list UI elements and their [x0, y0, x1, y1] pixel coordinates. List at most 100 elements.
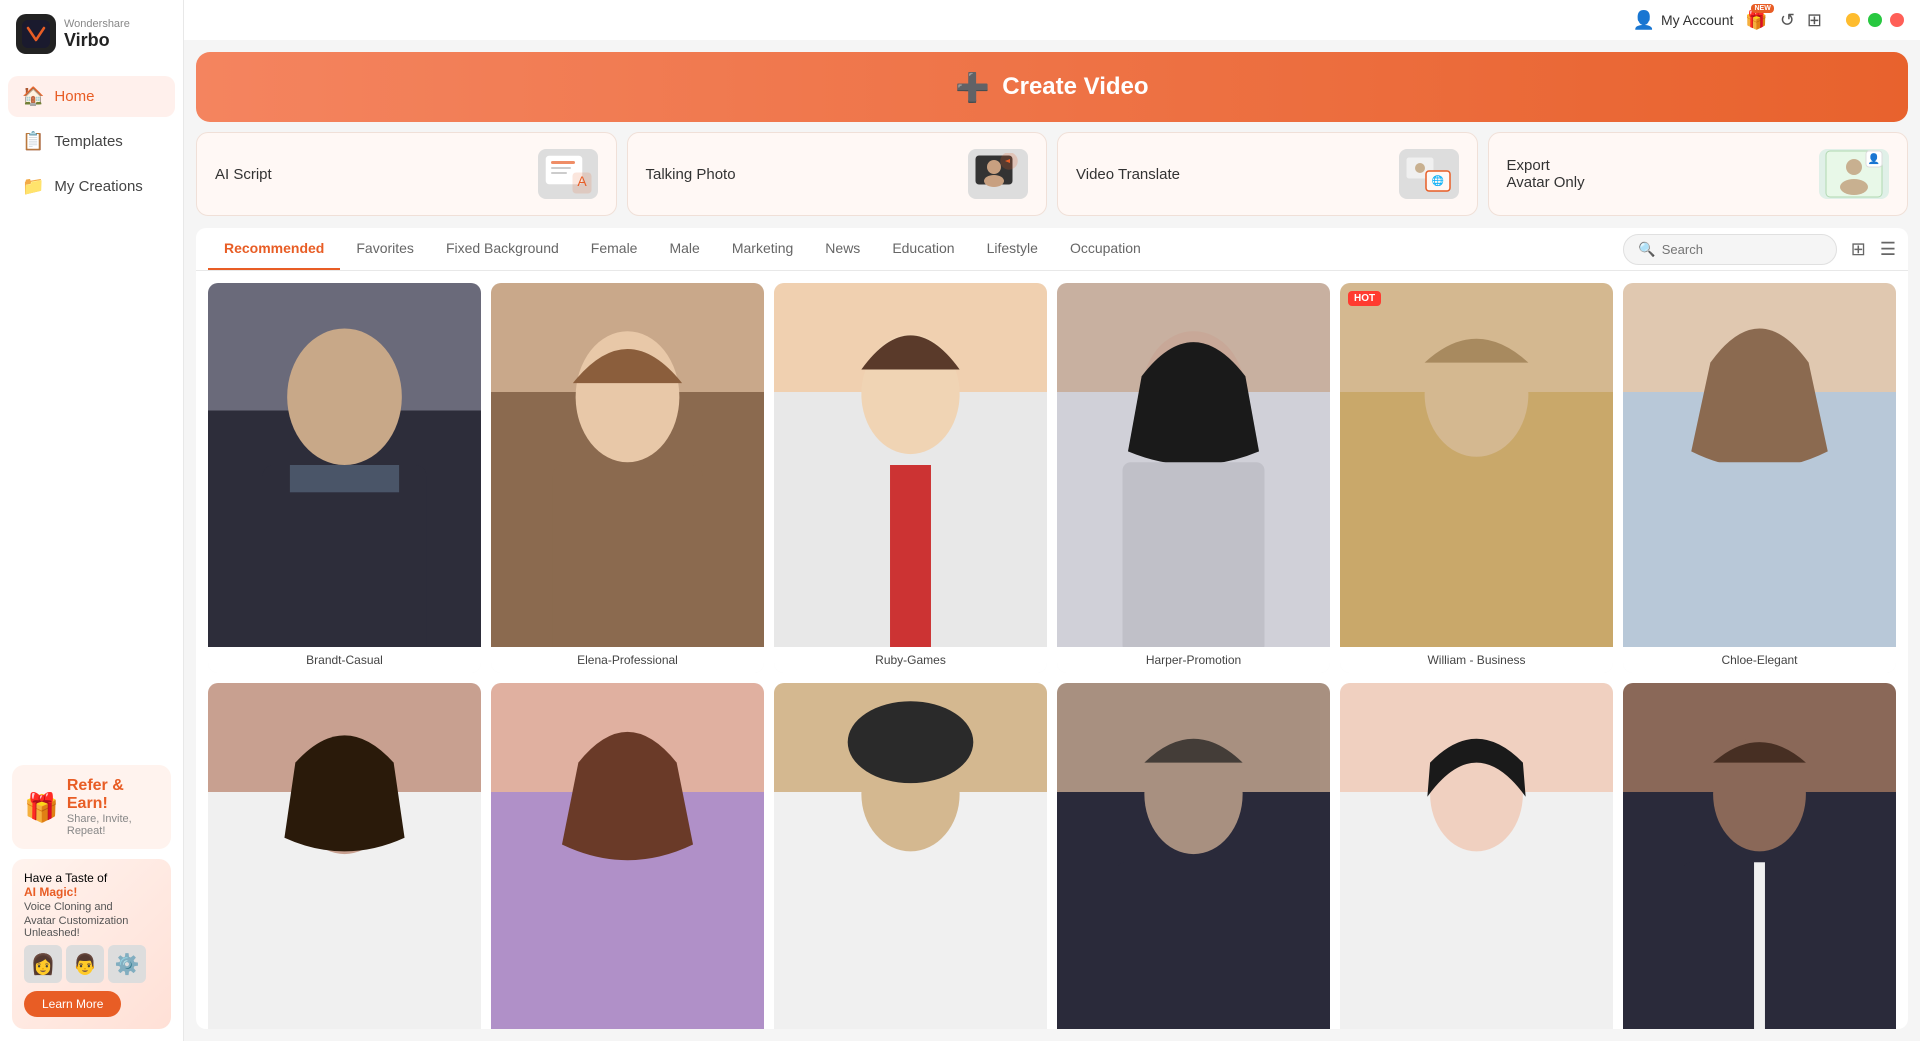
search-box[interactable]: 🔍 — [1623, 234, 1836, 265]
new-badge: NEW — [1751, 4, 1773, 13]
sidebar: Wondershare Virbo 🏠 Home 📋 Templates 📁 M… — [0, 0, 184, 1041]
avatar-card-giulia[interactable]: Giulia-Business — [208, 683, 481, 1029]
sidebar-item-templates[interactable]: 📋 Templates — [8, 121, 175, 162]
close-button[interactable] — [1890, 13, 1904, 27]
avatar-grid: Brandt-Casual Elena-Professional — [208, 283, 1896, 1029]
avatar-name-ruby: Ruby-Games — [774, 647, 1047, 673]
avatar-img-ruby — [774, 283, 1047, 647]
tab-female[interactable]: Female — [575, 228, 654, 270]
avatar-card-elena[interactable]: Elena-Professional — [491, 283, 764, 673]
avatar-img-elena — [491, 283, 764, 647]
feature-card-ai-script[interactable]: AI Script A — [196, 132, 617, 216]
create-video-banner[interactable]: ➕ Create Video — [196, 52, 1908, 122]
avatar-name-elena: Elena-Professional — [491, 647, 764, 673]
avatar-card-gabriel[interactable]: Gabriel-Business — [1057, 683, 1330, 1029]
tab-recommended[interactable]: Recommended — [208, 228, 340, 270]
feature-cards: AI Script A Talking Photo — [196, 132, 1908, 216]
learn-more-button[interactable]: Learn More — [24, 991, 121, 1017]
avatar-name-brandt: Brandt-Casual — [208, 647, 481, 673]
search-input[interactable] — [1662, 242, 1822, 257]
ai-magic-title: Have a Taste of — [24, 871, 107, 885]
export-avatar-img: 👤 — [1819, 149, 1889, 199]
avatar-img-arjun — [774, 683, 1047, 1029]
tab-lifestyle[interactable]: Lifestyle — [971, 228, 1054, 270]
app-logo: Wondershare Virbo — [0, 0, 183, 68]
product-name: Virbo — [64, 30, 130, 51]
ai-magic-highlight: AI Magic! — [24, 885, 77, 899]
video-translate-label: Video Translate — [1076, 166, 1180, 183]
avatar-card-rubyformal[interactable]: Ruby-Formal — [491, 683, 764, 1029]
tab-fixed-background[interactable]: Fixed Background — [430, 228, 575, 270]
ai-script-img: A — [538, 149, 598, 199]
list-view-icon[interactable]: ☰ — [1880, 239, 1896, 260]
avatar-img-rubyformal — [491, 683, 764, 1029]
avatar-card-brandt[interactable]: Brandt-Casual — [208, 283, 481, 673]
create-video-label: Create Video — [1002, 73, 1148, 101]
sidebar-item-my-creations[interactable]: 📁 My Creations — [8, 166, 175, 207]
avatar-card-arjun[interactable]: Arjun - Araber — [774, 683, 1047, 1029]
talking-photo-label: Talking Photo — [646, 166, 736, 183]
templates-icon: 📋 — [22, 131, 44, 152]
search-icon: 🔍 — [1638, 241, 1655, 258]
minimize-button[interactable] — [1846, 13, 1860, 27]
video-translate-img: 🌐 — [1399, 149, 1459, 199]
create-banner-content: ➕ Create Video — [955, 71, 1148, 104]
feature-card-talking-photo[interactable]: Talking Photo — [627, 132, 1048, 216]
grid-icon-button[interactable]: ⊞ — [1807, 10, 1822, 31]
my-account-button[interactable]: 👤 My Account — [1633, 10, 1734, 31]
ai-magic-desc1: Voice Cloning and — [24, 901, 159, 913]
account-icon: 👤 — [1633, 10, 1655, 31]
titlebar: 👤 My Account 🎁 NEW ↺ ⊞ — [184, 0, 1920, 40]
maximize-button[interactable] — [1868, 13, 1882, 27]
tab-male[interactable]: Male — [653, 228, 715, 270]
gift-icon-button[interactable]: 🎁 NEW — [1745, 10, 1767, 31]
avatar-card-john[interactable]: John-Marketer — [1623, 683, 1896, 1029]
ai-magic-desc2: Avatar Customization Unleashed! — [24, 915, 159, 939]
feature-card-video-translate[interactable]: Video Translate 🌐 — [1057, 132, 1478, 216]
grid-view-icon[interactable]: ⊞ — [1851, 239, 1866, 260]
ai-thumb-2: 👨 — [66, 945, 104, 983]
home-icon: 🏠 — [22, 86, 44, 107]
avatar-img-harper — [1057, 283, 1330, 647]
sidebar-bottom: 🎁 Refer & Earn! Share, Invite, Repeat! H… — [0, 753, 183, 1041]
refer-title: Refer & Earn! — [67, 777, 159, 813]
avatar-img-william: HOT — [1340, 283, 1613, 647]
ai-magic-header: Have a Taste of AI Magic! — [24, 871, 159, 899]
avatar-name-chloe: Chloe-Elegant — [1623, 647, 1896, 673]
avatar-name-harper: Harper-Promotion — [1057, 647, 1330, 673]
tab-news[interactable]: News — [809, 228, 876, 270]
titlebar-actions: 👤 My Account 🎁 NEW ↺ ⊞ — [1633, 10, 1822, 31]
window-controls — [1846, 13, 1904, 27]
talking-photo-img — [968, 149, 1028, 199]
avatar-img-chloe — [1623, 283, 1896, 647]
svg-text:👤: 👤 — [1868, 152, 1880, 165]
avatar-card-chloe[interactable]: Chloe-Elegant — [1623, 283, 1896, 673]
logo-icon — [16, 14, 56, 54]
avatar-card-william[interactable]: HOT William - Business — [1340, 283, 1613, 673]
refer-card[interactable]: 🎁 Refer & Earn! Share, Invite, Repeat! — [12, 765, 171, 849]
sidebar-item-home[interactable]: 🏠 Home — [8, 76, 175, 117]
tab-marketing[interactable]: Marketing — [716, 228, 809, 270]
svg-text:🌐: 🌐 — [1431, 174, 1443, 187]
ai-magic-card: Have a Taste of AI Magic! Voice Cloning … — [12, 859, 171, 1029]
sidebar-navigation: 🏠 Home 📋 Templates 📁 My Creations — [0, 68, 183, 215]
avatar-card-mina[interactable]: Mina - Hanfu — [1340, 683, 1613, 1029]
tab-education[interactable]: Education — [876, 228, 970, 270]
avatar-img-john — [1623, 683, 1896, 1029]
tab-favorites[interactable]: Favorites — [340, 228, 430, 270]
avatar-card-ruby[interactable]: Ruby-Games — [774, 283, 1047, 673]
avatar-img-mina — [1340, 683, 1613, 1029]
feature-card-export-avatar[interactable]: Export Avatar Only 👤 — [1488, 132, 1909, 216]
avatar-img-giulia — [208, 683, 481, 1029]
avatar-img-gabriel — [1057, 683, 1330, 1029]
tab-occupation[interactable]: Occupation — [1054, 228, 1157, 270]
tab-bar: Recommended Favorites Fixed Background F… — [196, 228, 1908, 271]
avatar-card-harper[interactable]: Harper-Promotion — [1057, 283, 1330, 673]
avatar-grid-container: Brandt-Casual Elena-Professional — [196, 271, 1908, 1029]
ai-magic-thumbnails: 👩 👨 ⚙️ — [24, 945, 159, 983]
ai-thumb-3: ⚙️ — [108, 945, 146, 983]
avatar-name-william: William - Business — [1340, 647, 1613, 673]
create-plus-icon: ➕ — [955, 71, 990, 104]
export-avatar-label1: Export — [1507, 157, 1585, 174]
refresh-icon-button[interactable]: ↺ — [1780, 10, 1795, 31]
